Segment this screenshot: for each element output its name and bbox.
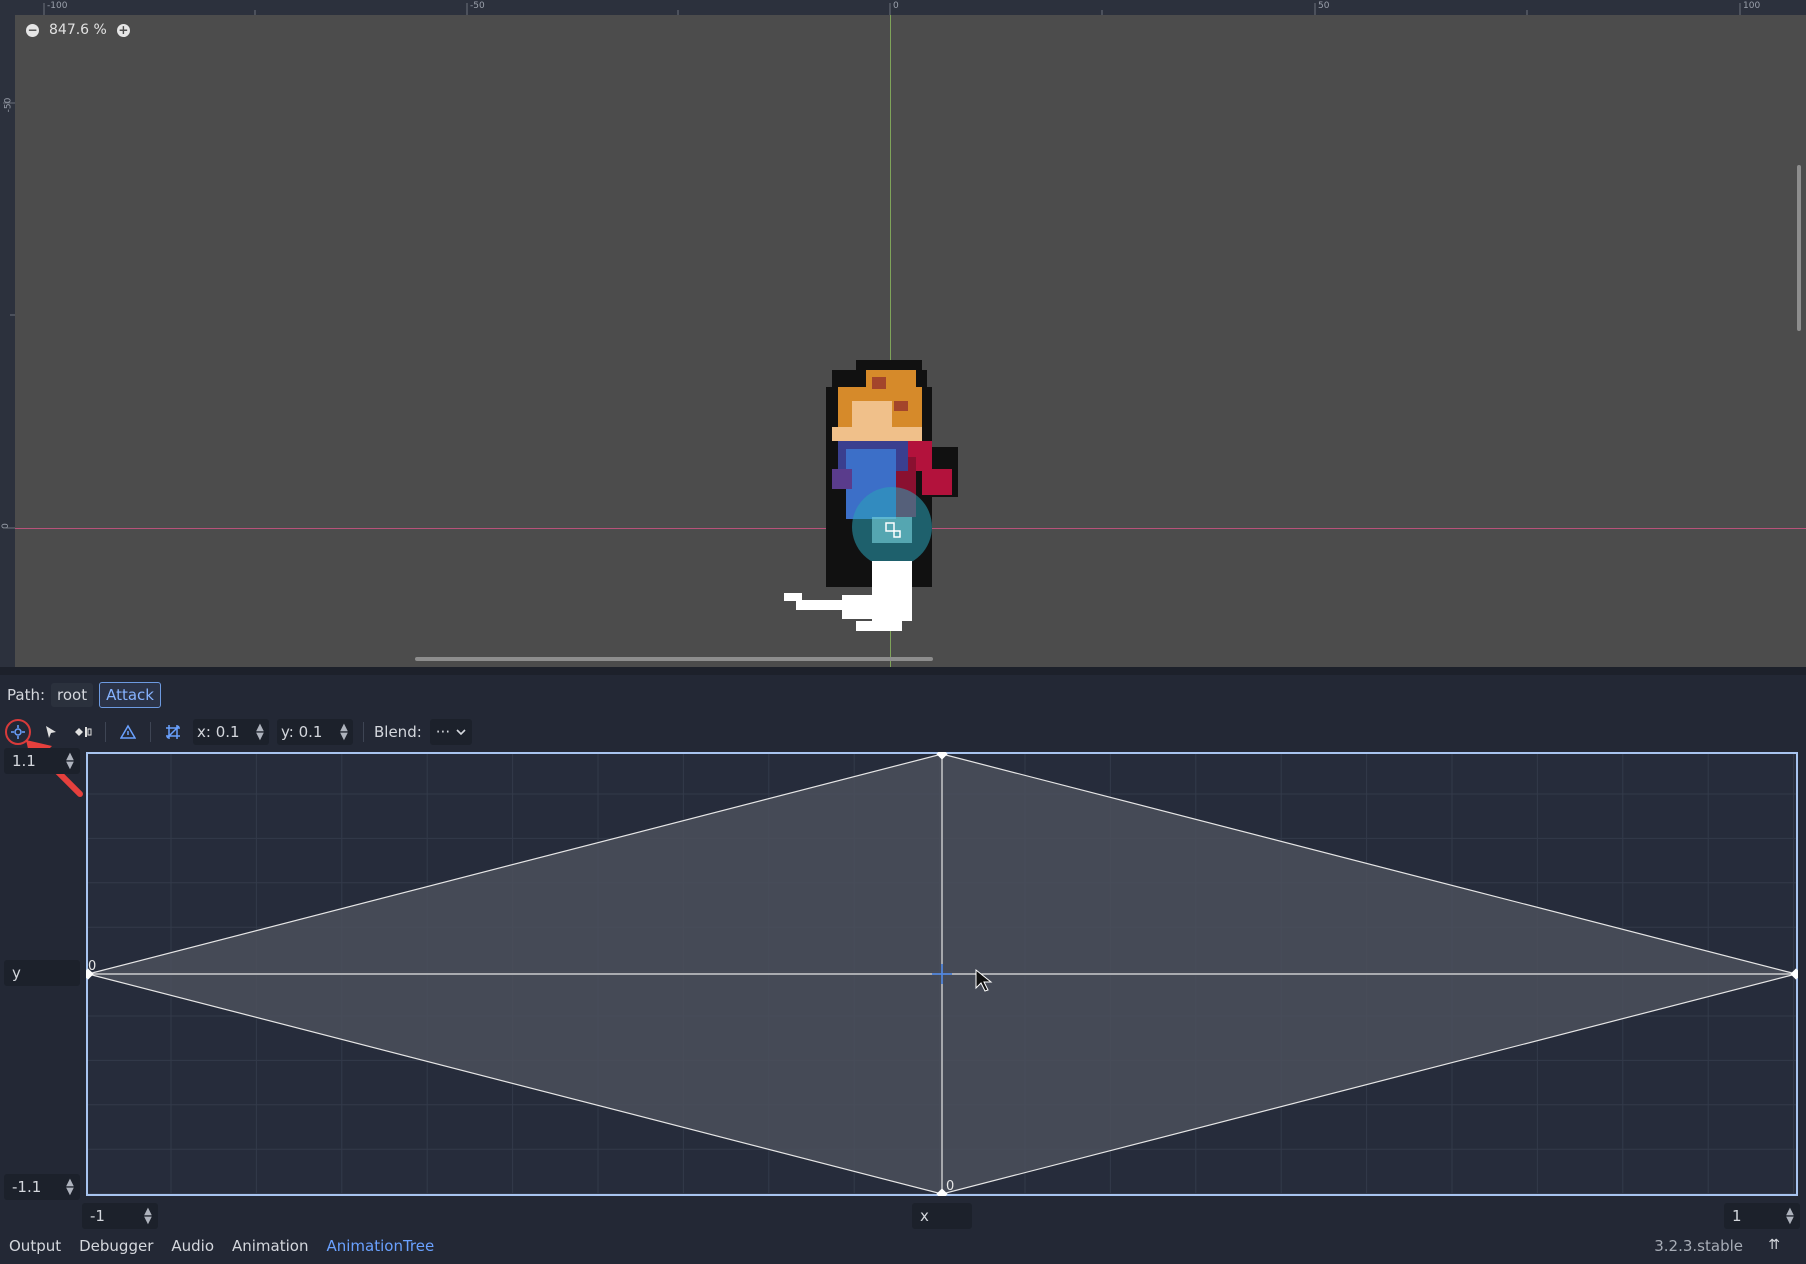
crumb-root[interactable]: root	[51, 683, 94, 707]
snap-x-value[interactable]: x: 0.1	[197, 723, 255, 741]
player-sprite[interactable]	[776, 357, 996, 633]
tab-animationtree[interactable]: AnimationTree	[326, 1237, 434, 1255]
tab-output[interactable]: Output	[9, 1237, 61, 1255]
snap-x-stepper[interactable]: x: 0.1 ▲ ▼	[193, 719, 269, 745]
version-label: 3.2.3.stable	[1654, 1237, 1743, 1255]
pin-panel-icon[interactable]: ⇈	[1768, 1237, 1780, 1253]
blend-label: Blend:	[374, 723, 422, 741]
bottom-panel-tabs: Output Debugger Audio Animation Animatio…	[9, 1237, 434, 1255]
max-y-field[interactable]: 1.1 ▲ ▼	[4, 748, 80, 774]
y-label-value[interactable]: y	[4, 964, 80, 982]
snap-y-value[interactable]: y: 0.1	[281, 723, 339, 741]
min-x-value[interactable]: -1	[82, 1207, 142, 1225]
blend-mode-value: ···	[435, 723, 451, 741]
blend-mode-dropdown[interactable]: ···	[429, 719, 473, 745]
ruler-top: -100 -50 0 50 100	[0, 0, 1806, 15]
snap-icon[interactable]	[161, 720, 185, 744]
min-y-value[interactable]: -1.1	[4, 1178, 64, 1196]
max-x-value[interactable]: 1	[1724, 1207, 1784, 1225]
tab-animation[interactable]: Animation	[232, 1237, 308, 1255]
point-label: 0	[88, 959, 96, 974]
point-label: 0	[946, 1179, 954, 1194]
tab-debugger[interactable]: Debugger	[79, 1237, 153, 1255]
x-label-field[interactable]: x	[912, 1203, 972, 1229]
ruler-left: -50 0	[0, 15, 15, 667]
y-label-field[interactable]: y	[4, 960, 80, 986]
chevron-down-icon	[456, 729, 466, 736]
stepper-arrows-icon[interactable]: ▲ ▼	[1784, 1207, 1796, 1226]
toolbar-separator	[105, 722, 106, 742]
plus-circle-icon[interactable]: +	[116, 23, 130, 37]
ruler-top-ticks	[43, 3, 1741, 15]
stepper-arrows-icon[interactable]: ▲ ▼	[255, 723, 265, 742]
min-y-field[interactable]: -1.1 ▲ ▼	[4, 1174, 80, 1200]
panel-splitter[interactable]	[0, 667, 1806, 675]
stepper-arrows-icon[interactable]: ▲ ▼	[142, 1207, 154, 1226]
toolbar-separator	[150, 722, 151, 742]
zoom-controls: − 847.6 % +	[26, 22, 130, 38]
path-breadcrumb: Path: root Attack	[7, 682, 161, 708]
snap-y-stepper[interactable]: y: 0.1 ▲ ▼	[277, 719, 353, 745]
blend-space-canvas[interactable]: 0 0	[82, 748, 1802, 1200]
max-y-value[interactable]: 1.1	[4, 752, 64, 770]
minus-circle-icon[interactable]: −	[26, 23, 39, 37]
create-triangle-icon[interactable]	[116, 720, 140, 744]
horizontal-scrollbar[interactable]	[415, 657, 933, 661]
stepper-arrows-icon[interactable]: ▲ ▼	[339, 723, 349, 742]
max-x-field[interactable]: 1 ▲ ▼	[1724, 1203, 1800, 1229]
min-x-field[interactable]: -1 ▲ ▼	[82, 1203, 158, 1229]
toolbar-separator	[363, 722, 364, 742]
tab-audio[interactable]: Audio	[171, 1237, 214, 1255]
scene-viewport[interactable]: -100 -50 0 50 100 -50 0 − 847.6 % +	[0, 0, 1806, 667]
stepper-arrows-icon[interactable]: ▲ ▼	[64, 1178, 76, 1197]
x-label-value[interactable]: x	[912, 1207, 972, 1225]
path-label: Path:	[7, 686, 46, 704]
crumb-attack[interactable]: Attack	[99, 682, 161, 708]
ruler-left-ticks	[3, 102, 15, 529]
blend-space-2d[interactable]: 0 0	[82, 748, 1802, 1200]
zoom-level[interactable]: 847.6 %	[49, 22, 107, 38]
vertical-scrollbar[interactable]	[1797, 165, 1801, 331]
stepper-arrows-icon[interactable]: ▲ ▼	[64, 752, 76, 771]
